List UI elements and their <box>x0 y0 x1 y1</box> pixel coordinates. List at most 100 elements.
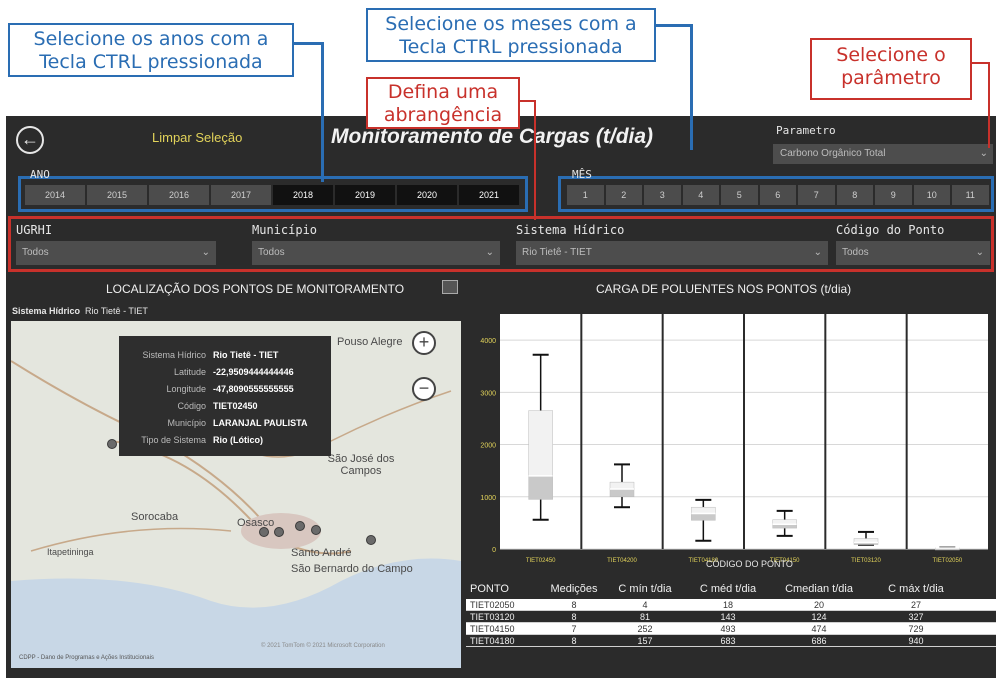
month-chip[interactable]: 7 <box>797 184 836 206</box>
filter-label: Código do Ponto <box>836 223 945 237</box>
month-chip[interactable]: 11 <box>951 184 990 206</box>
table-row[interactable]: TIET04180 8 157 683 686 940 <box>466 635 996 647</box>
chart-xlabel: CÓDIGO DO PONTO <box>706 559 793 569</box>
map-filter-info: Sistema Hídrico Rio Tietê - TIET <box>12 306 148 316</box>
table-cell: 7 <box>571 623 577 634</box>
column-header[interactable]: Cmedian t/dia <box>770 583 868 595</box>
table-row[interactable]: TIET04150 7 252 493 474 729 <box>466 623 996 635</box>
filter-dropdown[interactable]: Todos ⌄ <box>836 241 990 265</box>
map-point[interactable] <box>259 527 269 537</box>
month-chip[interactable]: 4 <box>681 184 720 206</box>
box-upper <box>528 410 553 477</box>
year-chip[interactable]: 2017 <box>210 184 272 206</box>
tooltip-row: Longitude -47,8090555555555 <box>127 380 323 397</box>
zoom-out-button[interactable]: − <box>412 377 436 401</box>
table-header: PONTO Medições C mín t/dia C méd t/dia Cmedi… <box>466 579 996 599</box>
tooltip-key: Município <box>167 417 206 428</box>
table-cell: 493 <box>720 623 736 634</box>
ano-slicer: 2014 2015 2016 2017 2018 2019 2020 2021 <box>24 184 520 206</box>
map-filter-key: Sistema Hídrico <box>12 306 81 316</box>
table-cell: 252 <box>637 623 653 634</box>
tooltip-key: Tipo de Sistema <box>141 434 206 445</box>
box-lower <box>609 488 635 498</box>
param-select[interactable]: Carbono Orgânico Total ⌄ <box>773 144 993 164</box>
x-tick-label: TIET03120 <box>851 558 881 564</box>
column-header[interactable]: C máx t/dia <box>868 583 964 595</box>
month-chip[interactable]: 2 <box>604 184 643 206</box>
mes-label: MÊS <box>572 168 592 181</box>
table-cell: 8 <box>571 611 577 622</box>
city-label: Sorocaba <box>131 511 179 523</box>
year-chip[interactable]: 2014 <box>24 184 86 206</box>
tooltip-value: -47,8090555555555 <box>213 383 294 394</box>
table-cell: 124 <box>811 611 827 622</box>
tooltip-key: Sistema Hídrico <box>142 349 206 360</box>
leader-parametro <box>972 62 990 148</box>
filter-label: Sistema Hídrico <box>516 223 625 237</box>
year-chip[interactable]: 2020 <box>396 184 458 206</box>
clear-selection-button[interactable]: Limpar Seleção <box>152 130 242 145</box>
leader-meses-down <box>690 24 693 150</box>
city-label: Itapetininga <box>47 547 94 557</box>
month-chip[interactable]: 1 <box>566 184 605 206</box>
map-point[interactable] <box>274 527 284 537</box>
column-header[interactable]: C mín t/dia <box>604 583 686 595</box>
tooltip-value: -22,9509444444446 <box>213 366 294 377</box>
month-chip[interactable]: 10 <box>912 184 951 206</box>
param-select-value: Carbono Orgânico Total <box>780 148 886 159</box>
table-row[interactable]: TIET02050 8 4 18 20 27 <box>466 599 996 611</box>
tooltip-row: Código TIET02450 <box>127 397 323 414</box>
leader-meses <box>656 24 690 27</box>
year-chip[interactable]: 2016 <box>148 184 210 206</box>
city-label: Osasco <box>237 517 275 529</box>
box-upper <box>609 481 635 490</box>
zoom-in-button[interactable]: + <box>412 331 436 355</box>
y-tick-label: 3000 <box>480 390 496 397</box>
filter-dropdown[interactable]: Rio Tietê - TIET ⌄ <box>516 241 828 265</box>
back-arrow-icon[interactable]: ← <box>16 126 44 154</box>
table-cell: 4 <box>642 599 648 610</box>
map-tooltip: Sistema Hídrico Rio Tietê - TIET Latitude -… <box>119 336 331 456</box>
y-tick-label: 2000 <box>480 443 496 450</box>
column-header[interactable]: Medições <box>544 583 604 595</box>
tooltip-row: Município LARANJAL PAULISTA <box>127 414 323 431</box>
y-tick-label: 1000 <box>480 495 496 502</box>
month-chip[interactable]: 3 <box>643 184 682 206</box>
filter-label: UGRHI <box>16 223 53 237</box>
map-point[interactable] <box>295 521 305 531</box>
tooltip-row: Tipo de Sistema Rio (Lótico) <box>127 431 323 448</box>
map-point[interactable] <box>366 535 376 545</box>
year-chip[interactable]: 2018 <box>272 184 334 206</box>
month-chip[interactable]: 8 <box>835 184 874 206</box>
month-chip[interactable]: 5 <box>720 184 759 206</box>
leader-abrangencia <box>520 100 536 220</box>
table-cell: 27 <box>910 599 921 610</box>
y-tick-label: 4000 <box>480 338 496 345</box>
column-header[interactable]: C méd t/dia <box>686 583 770 595</box>
chevron-down-icon: ⌄ <box>813 247 822 258</box>
column-header[interactable]: PONTO <box>466 583 544 595</box>
month-chip[interactable]: 6 <box>758 184 797 206</box>
y-tick-label: 0 <box>492 547 496 554</box>
year-chip[interactable]: 2019 <box>334 184 396 206</box>
tooltip-row: Latitude -22,9509444444446 <box>127 363 323 380</box>
table-cell: TIET02050 <box>470 599 515 610</box>
year-chip[interactable]: 2021 <box>458 184 520 206</box>
filter-dropdown[interactable]: Todos ⌄ <box>16 241 216 265</box>
table-cell: TIET04150 <box>470 623 515 634</box>
city-label: São Bernardo do Campo <box>291 563 413 575</box>
expand-icon[interactable] <box>442 280 458 294</box>
map-filter-value: Rio Tietê - TIET <box>85 306 148 316</box>
year-chip[interactable]: 2015 <box>86 184 148 206</box>
month-chip[interactable]: 9 <box>874 184 913 206</box>
table-cell: 940 <box>908 635 924 646</box>
table-row[interactable]: TIET03120 8 81 143 124 327 <box>466 611 996 623</box>
map-point[interactable] <box>107 439 117 449</box>
map[interactable]: Sistema Hídrico Rio Tietê - TIET Latitude -… <box>11 321 461 668</box>
table-cell: 143 <box>720 611 736 622</box>
filter-dropdown[interactable]: Todos ⌄ <box>252 241 500 265</box>
map-point[interactable] <box>311 525 321 535</box>
box-lower <box>528 475 553 500</box>
tooltip-value: TIET02450 <box>213 400 258 411</box>
leader-anos <box>294 42 324 182</box>
